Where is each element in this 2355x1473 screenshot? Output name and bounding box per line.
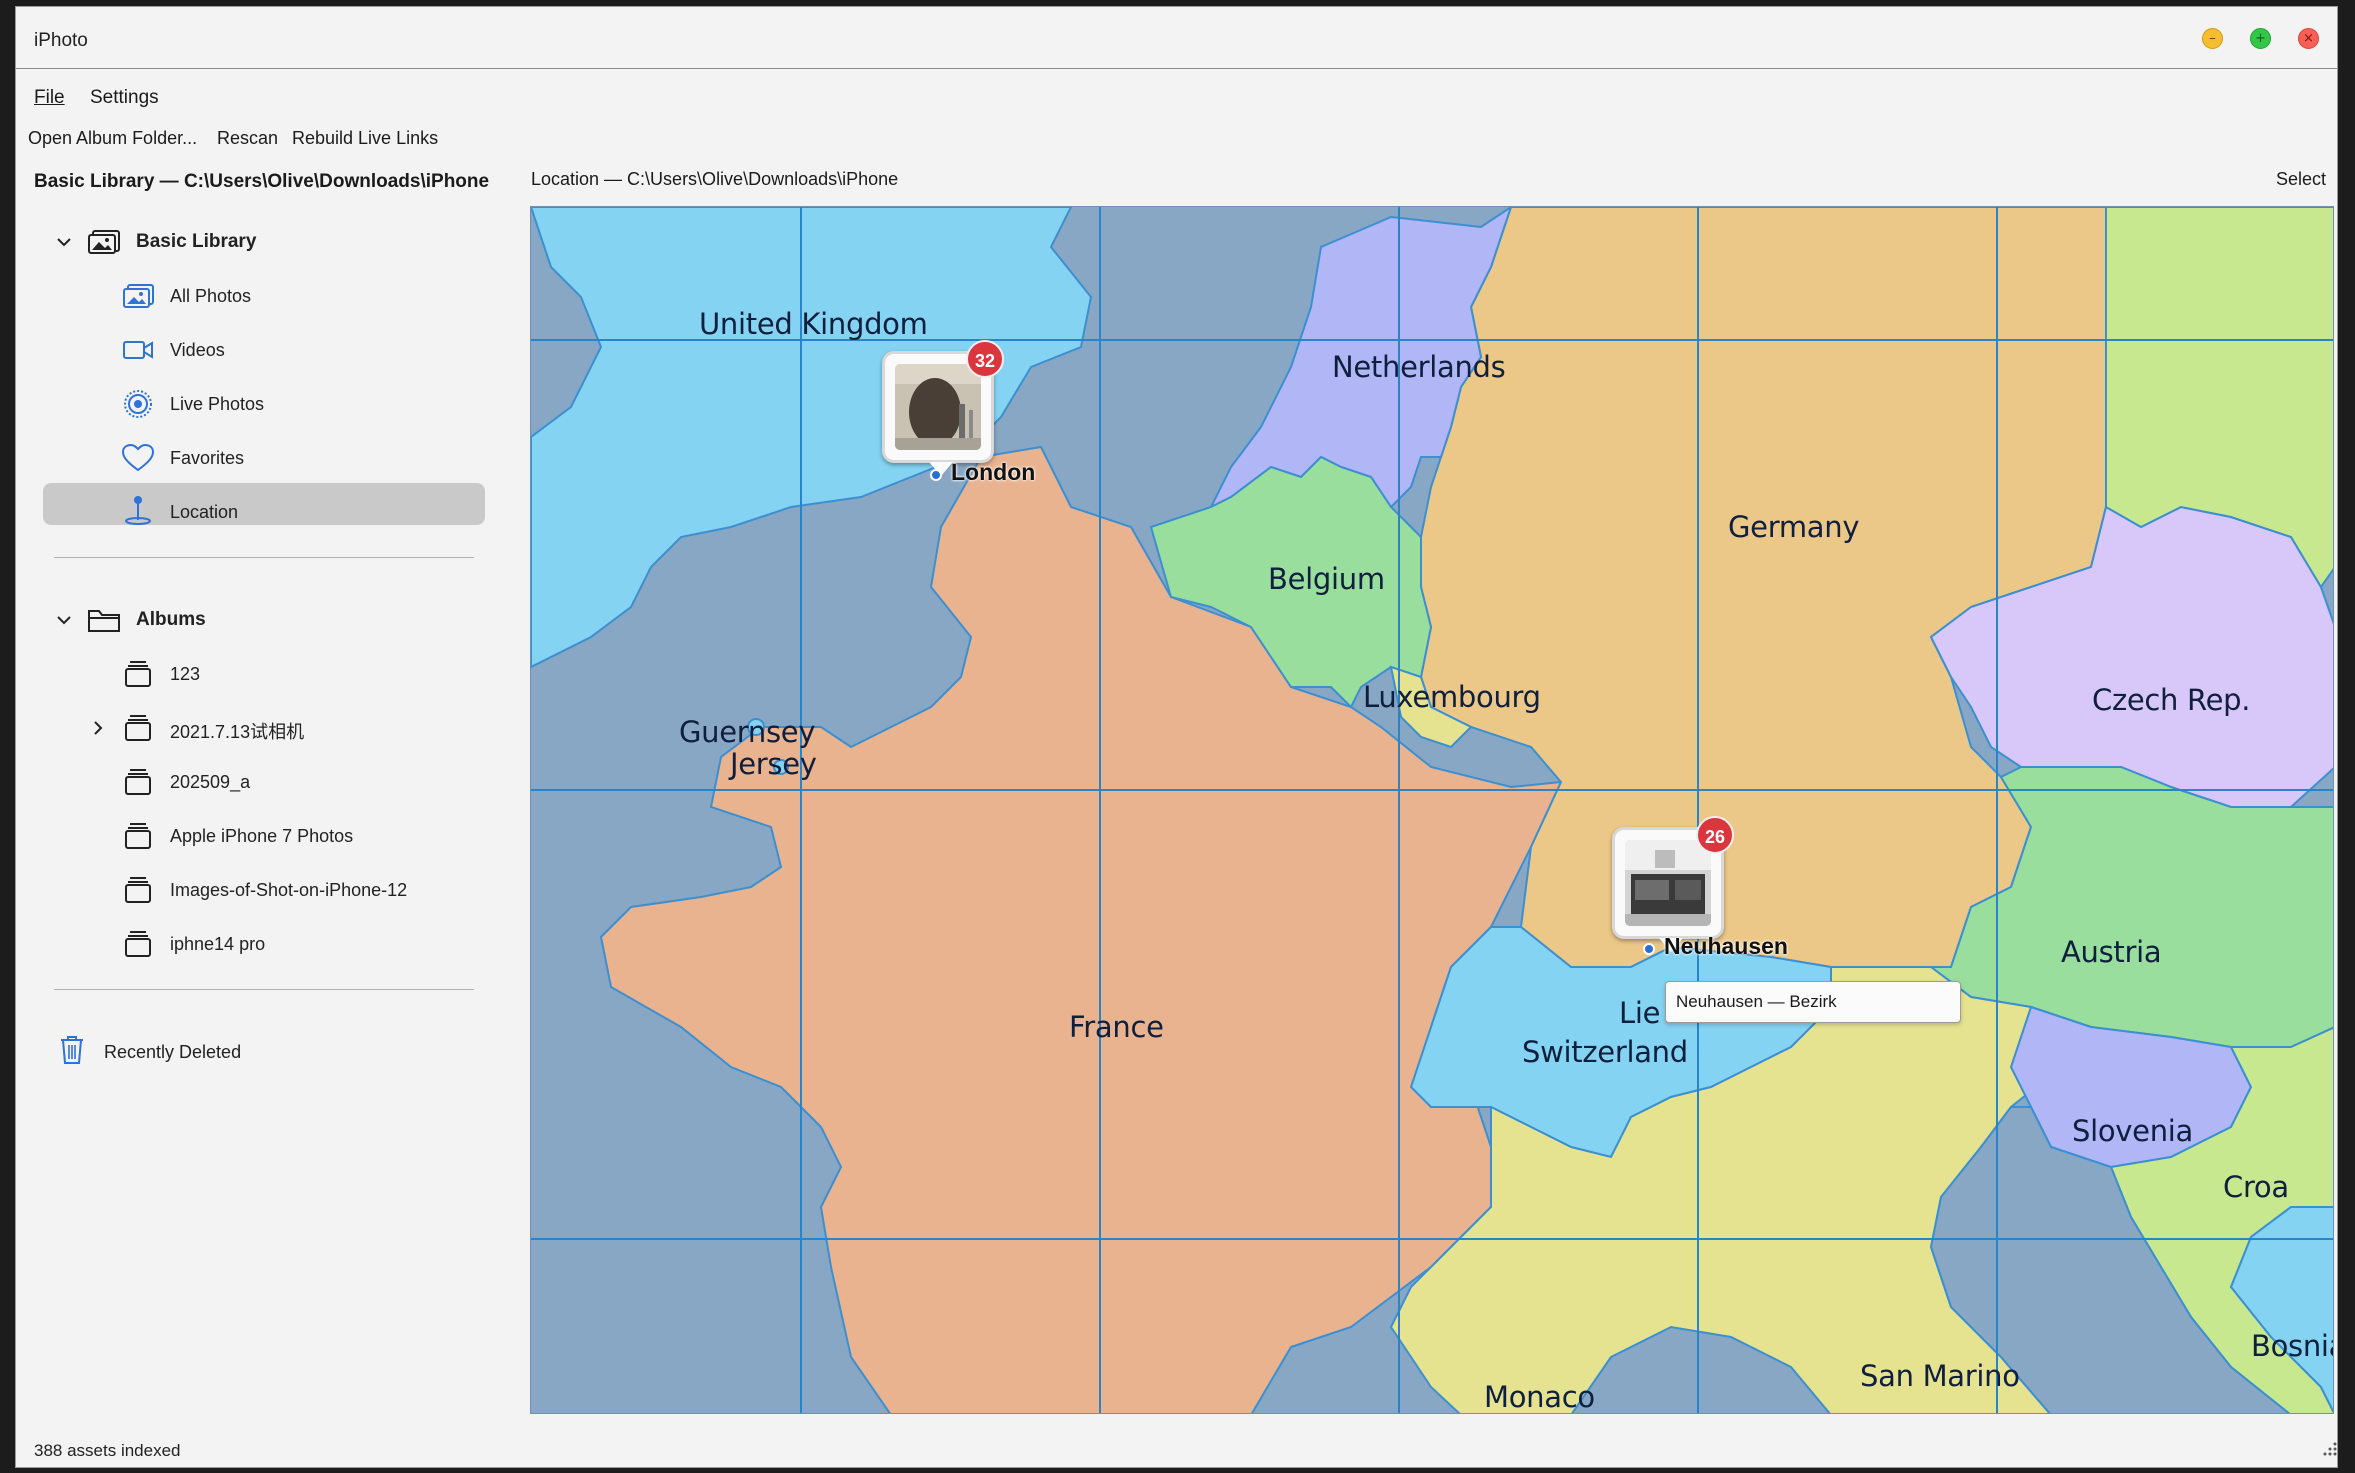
location-dot	[930, 469, 942, 481]
close-icon: ×	[2303, 31, 2314, 46]
open-album-folder-button[interactable]: Open Album Folder...	[28, 128, 197, 149]
location-dot	[1643, 943, 1655, 955]
minimize-button[interactable]: –	[2202, 28, 2223, 49]
album-label: 123	[170, 664, 201, 684]
album-stack-icon	[120, 930, 156, 958]
sidebar-item-live-photos[interactable]: Live Photos	[16, 382, 496, 426]
menu-file[interactable]: File	[34, 87, 65, 109]
country-label: Luxembourg	[1363, 680, 1541, 714]
cluster-thumbnail	[1625, 840, 1711, 926]
photo-cluster-london[interactable]: 32	[882, 340, 1004, 476]
album-label: 2021.7.13试相机	[170, 722, 305, 742]
country-label: Netherlands	[1332, 350, 1506, 384]
country-label: Bosnia	[2251, 1329, 2333, 1363]
app-title: iPhoto	[34, 30, 88, 51]
country-label: Lie	[1619, 996, 1661, 1030]
location-map[interactable]: United Kingdom Netherlands Germany Belgi…	[530, 206, 2334, 1414]
photo-count-badge: 32	[966, 340, 1004, 378]
resize-grip-icon[interactable]	[2320, 1441, 2337, 1459]
cluster-thumbnail	[895, 364, 981, 450]
chevron-down-icon[interactable]	[56, 234, 72, 250]
sidebar-item-favorites[interactable]: Favorites	[16, 436, 496, 480]
photo-cluster-neuhausen[interactable]: 26	[1612, 816, 1734, 952]
country-label: Monaco	[1484, 1380, 1595, 1414]
album-label: Apple iPhone 7 Photos	[170, 826, 354, 846]
app-window: iPhoto – + × File Settings Open Album Fo…	[15, 6, 2338, 1468]
sidebar-item-videos[interactable]: Videos	[16, 328, 496, 372]
rescan-button[interactable]: Rescan	[217, 128, 278, 149]
country-label: Jersey	[730, 747, 817, 781]
location-header: Location — C:\Users\Olive\Downloads\iPho…	[531, 169, 899, 189]
country-label: Czech Rep.	[2092, 683, 2251, 717]
sidebar-albums[interactable]: Albums	[16, 598, 496, 642]
album-label: iphne14 pro	[170, 934, 266, 954]
country-label: Croa	[2223, 1170, 2289, 1204]
heart-icon	[120, 443, 156, 472]
album-label: Images-of-Shot-on-iPhone-12	[170, 880, 408, 900]
photos-icon	[120, 282, 156, 310]
country-label: Guernsey	[679, 715, 816, 749]
chevron-down-icon[interactable]	[56, 612, 72, 628]
minimize-icon: –	[2209, 31, 2216, 46]
album-item[interactable]: iphne14 pro	[16, 922, 496, 966]
live-photo-icon	[120, 390, 156, 418]
country-label: Switzerland	[1522, 1035, 1688, 1069]
album-stack-icon	[120, 822, 156, 850]
maximize-icon: +	[2255, 31, 2266, 46]
photo-count-badge: 26	[1696, 816, 1734, 854]
chevron-right-icon[interactable]	[90, 720, 106, 736]
album-stack-icon	[120, 660, 156, 688]
sidebar-item-recently-deleted[interactable]: Recently Deleted	[16, 1030, 496, 1074]
map-canvas	[531, 207, 2333, 1413]
album-label: 202509_a	[170, 772, 251, 792]
sidebar-item-label: Videos	[170, 340, 225, 360]
location-pin-icon	[120, 496, 156, 525]
cluster-label: Neuhausen	[1664, 933, 1788, 959]
title-bar: iPhoto – + ×	[16, 7, 2337, 69]
country-label: Slovenia	[2072, 1114, 2194, 1148]
country-label: Austria	[2061, 935, 2162, 969]
sidebar-item-all-photos[interactable]: All Photos	[16, 274, 496, 318]
sidebar-item-label: All Photos	[170, 286, 252, 306]
sidebar-item-label: Recently Deleted	[104, 1042, 242, 1062]
country-label: United Kingdom	[699, 307, 928, 341]
sidebar-item-label: Favorites	[170, 448, 245, 468]
album-item[interactable]: Apple iPhone 7 Photos	[16, 814, 496, 858]
trash-icon	[54, 1036, 90, 1064]
folder-icon	[86, 606, 122, 634]
album-item[interactable]: Images-of-Shot-on-iPhone-12	[16, 868, 496, 912]
video-icon	[120, 336, 156, 364]
close-button[interactable]: ×	[2298, 28, 2319, 49]
album-stack-icon	[120, 768, 156, 796]
sidebar-divider	[54, 557, 474, 558]
sidebar-title: Basic Library — C:\Users\Olive\Downloads…	[34, 171, 490, 192]
photo-library-icon	[86, 228, 122, 256]
cluster-label: London	[951, 459, 1036, 485]
sidebar-item-location[interactable]: Location	[16, 490, 496, 534]
select-button[interactable]: Select	[2276, 169, 2326, 190]
menu-settings[interactable]: Settings	[90, 87, 159, 109]
sidebar-item-label: Live Photos	[170, 394, 265, 414]
country-label: France	[1069, 1010, 1164, 1044]
album-item[interactable]: 2021.7.13试相机	[16, 706, 496, 750]
sidebar-header-label: Albums	[136, 609, 206, 630]
country-label: San Marino	[1860, 1359, 2020, 1393]
status-text: 388 assets indexed	[34, 1441, 181, 1460]
location-tooltip: Neuhausen — Bezirk	[1665, 981, 1961, 1023]
album-item[interactable]: 123	[16, 652, 496, 696]
album-item[interactable]: 202509_a	[16, 760, 496, 804]
country-label: Germany	[1728, 510, 1860, 544]
country-label: Belgium	[1268, 562, 1385, 596]
sidebar-basic-library[interactable]: Basic Library	[16, 220, 496, 264]
album-stack-icon	[120, 714, 156, 742]
maximize-button[interactable]: +	[2250, 28, 2271, 49]
rebuild-live-links-button[interactable]: Rebuild Live Links	[292, 128, 438, 149]
album-stack-icon	[120, 876, 156, 904]
sidebar-item-label: Location	[170, 502, 239, 522]
sidebar-divider	[54, 989, 474, 990]
sidebar-header-label: Basic Library	[136, 231, 257, 252]
